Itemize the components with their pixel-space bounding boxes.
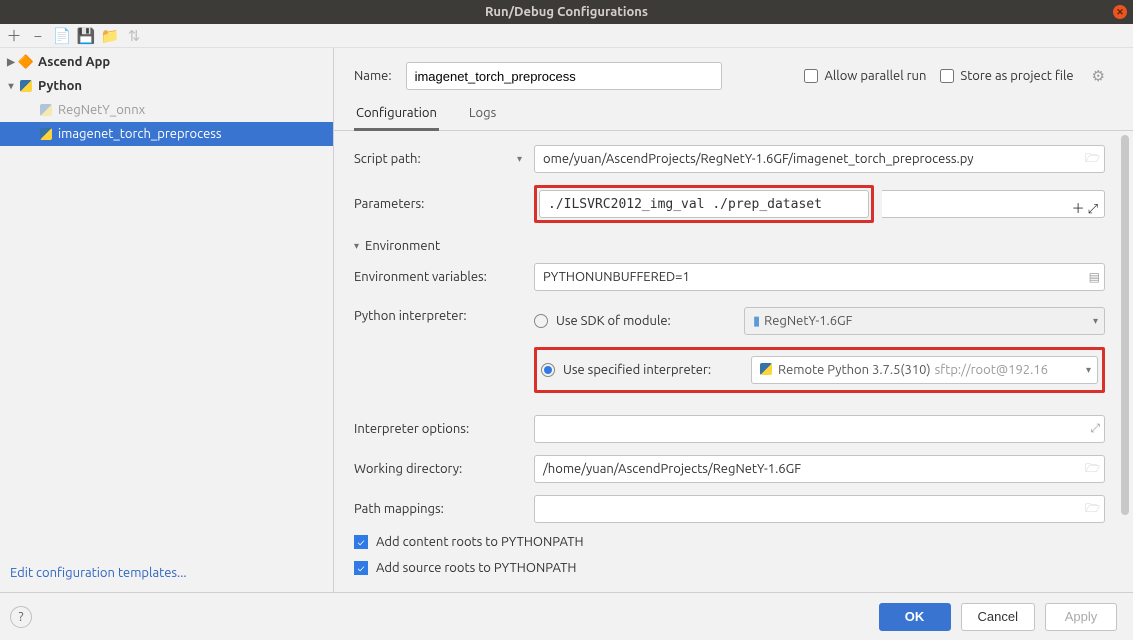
form-body[interactable]: Script path: ▾ ome/yuan/AscendProjects/R…: [334, 131, 1133, 592]
add-icon[interactable]: ＋: [6, 28, 22, 44]
name-label: Name:: [354, 69, 392, 83]
interpreter-specified-option[interactable]: Use specified interpreter: Remote Python…: [539, 352, 1100, 388]
cancel-button[interactable]: Cancel: [961, 603, 1035, 631]
tree-label: Ascend App: [38, 55, 110, 69]
list-icon[interactable]: ▤: [1089, 270, 1100, 284]
scrollbar[interactable]: [1121, 135, 1129, 515]
parameters-input[interactable]: ./ILSVRC2012_img_val ./prep_dataset: [539, 190, 869, 218]
name-input[interactable]: [406, 62, 722, 90]
folder-icon[interactable]: 🗁: [1085, 499, 1100, 520]
save-icon[interactable]: 💾: [78, 28, 94, 44]
tree-label: imagenet_torch_preprocess: [58, 127, 222, 141]
row-script-path: Script path: ▾ ome/yuan/AscendProjects/R…: [354, 139, 1105, 179]
expand-icon[interactable]: ⤢: [1088, 202, 1098, 216]
configurations-tree[interactable]: ▶ 🔶 Ascend App ▾ Python ▶ RegNetY_onnx ▶…: [0, 48, 333, 557]
edit-templates-link[interactable]: Edit configuration templates...: [0, 557, 333, 592]
module-icon: ▮: [753, 314, 760, 329]
ok-button[interactable]: OK: [879, 603, 951, 631]
sort-icon[interactable]: ⇅: [126, 28, 142, 44]
interpreter-options-label: Interpreter options:: [354, 422, 522, 436]
window-titlebar: Run/Debug Configurations ✕: [0, 0, 1133, 24]
allow-parallel-checkbox[interactable]: Allow parallel run: [804, 69, 926, 83]
tree-node-imagenet-preprocess[interactable]: ▶ imagenet_torch_preprocess: [0, 122, 333, 146]
interpreter-options-input[interactable]: ⤢: [534, 415, 1105, 443]
dialog-footer: ? OK Cancel Apply: [0, 592, 1133, 640]
store-project-checkbox[interactable]: Store as project file: [940, 69, 1073, 83]
configurations-tree-panel: ▶ 🔶 Ascend App ▾ Python ▶ RegNetY_onnx ▶…: [0, 48, 334, 592]
tree-label: RegNetY_onnx: [58, 103, 145, 117]
workdir-input[interactable]: /home/yuan/AscendProjects/RegNetY-1.6GF …: [534, 455, 1105, 483]
parameters-label: Parameters:: [354, 197, 522, 211]
ascend-icon: 🔶: [18, 54, 34, 70]
window-title: Run/Debug Configurations: [485, 5, 648, 19]
chevron-right-icon[interactable]: ▶: [4, 56, 18, 68]
path-mappings-input[interactable]: 🗁: [534, 495, 1105, 523]
tree-label: Python: [38, 79, 82, 93]
expand-icon[interactable]: ⤢: [1090, 422, 1100, 436]
row-workdir: Working directory: /home/yuan/AscendProj…: [354, 449, 1105, 489]
script-path-label: Script path: ▾: [354, 152, 522, 166]
folder-icon[interactable]: 🗁: [1085, 149, 1100, 170]
path-mappings-label: Path mappings:: [354, 502, 522, 516]
row-interpreter: Python interpreter: Use SDK of module: ▮…: [354, 297, 1105, 399]
tab-configuration[interactable]: Configuration: [354, 100, 439, 131]
form-panel: Name: Allow parallel run Store as projec…: [334, 48, 1133, 592]
tree-node-python[interactable]: ▾ Python: [0, 74, 333, 98]
allow-parallel-label: Allow parallel run: [824, 69, 926, 83]
store-project-label: Store as project file: [960, 69, 1073, 83]
row-path-mappings: Path mappings: 🗁: [354, 489, 1105, 529]
interpreter-select[interactable]: Remote Python 3.7.5(310) sftp://root@192…: [751, 356, 1098, 384]
section-environment[interactable]: ▾ Environment: [354, 229, 1105, 257]
python-icon: [760, 363, 772, 378]
module-select[interactable]: ▮ RegNetY-1.6GF ▾: [744, 307, 1105, 335]
add-source-roots-checkbox[interactable]: ✓ Add source roots to PYTHONPATH: [354, 555, 1105, 581]
python-icon: [38, 102, 54, 118]
add-content-roots-checkbox[interactable]: ✓ Add content roots to PYTHONPATH: [354, 529, 1105, 555]
plus-icon[interactable]: ＋: [1072, 202, 1085, 216]
section-execution[interactable]: ▾ Execution: [354, 581, 1105, 592]
folder-icon[interactable]: 🗁: [1085, 459, 1100, 480]
checkbox-on-icon[interactable]: ✓: [354, 535, 368, 549]
row-interpreter-options: Interpreter options: ⤢: [354, 409, 1105, 449]
main-area: ▶ 🔶 Ascend App ▾ Python ▶ RegNetY_onnx ▶…: [0, 48, 1133, 592]
python-icon: [18, 78, 34, 94]
apply-button[interactable]: Apply: [1045, 603, 1117, 631]
checkbox-on-icon[interactable]: ✓: [354, 561, 368, 575]
chevron-down-icon[interactable]: ▾: [4, 80, 18, 92]
workdir-label: Working directory:: [354, 462, 522, 476]
tree-node-ascend-app[interactable]: ▶ 🔶 Ascend App: [0, 50, 333, 74]
gear-icon[interactable]: ⚙: [1092, 67, 1105, 85]
script-path-input[interactable]: ome/yuan/AscendProjects/RegNetY-1.6GF/im…: [534, 145, 1105, 173]
toolbar: ＋ − 📄 💾 📁 ⇅: [0, 24, 1133, 48]
tree-node-regnety-onnx[interactable]: ▶ RegNetY_onnx: [0, 98, 333, 122]
form-tabs: Configuration Logs: [334, 100, 1133, 131]
copy-icon[interactable]: 📄: [54, 28, 70, 44]
help-icon[interactable]: ?: [10, 606, 32, 628]
radio-off-icon[interactable]: [534, 314, 548, 328]
row-parameters: Parameters: ./ILSVRC2012_img_val ./prep_…: [354, 179, 1105, 229]
form-header: Name: Allow parallel run Store as projec…: [334, 48, 1133, 100]
env-vars-label: Environment variables:: [354, 270, 522, 284]
chevron-down-icon[interactable]: ▾: [1093, 315, 1098, 327]
interpreter-label: Python interpreter:: [354, 303, 522, 323]
env-vars-input[interactable]: PYTHONUNBUFFERED=1 ▤: [534, 263, 1105, 291]
remove-icon[interactable]: −: [30, 28, 46, 44]
radio-on-icon[interactable]: [541, 363, 555, 377]
row-env-vars: Environment variables: PYTHONUNBUFFERED=…: [354, 257, 1105, 297]
tab-logs[interactable]: Logs: [467, 100, 498, 130]
chevron-down-icon[interactable]: ▾: [1086, 364, 1091, 376]
interpreter-sdk-option[interactable]: Use SDK of module: ▮ RegNetY-1.6GF ▾: [534, 303, 1105, 339]
python-icon: [38, 126, 54, 142]
window-close-icon[interactable]: ✕: [1113, 5, 1127, 19]
folder-move-icon[interactable]: 📁: [102, 28, 118, 44]
chevron-down-icon: ▾: [354, 240, 359, 252]
chevron-down-icon[interactable]: ▾: [517, 153, 522, 165]
